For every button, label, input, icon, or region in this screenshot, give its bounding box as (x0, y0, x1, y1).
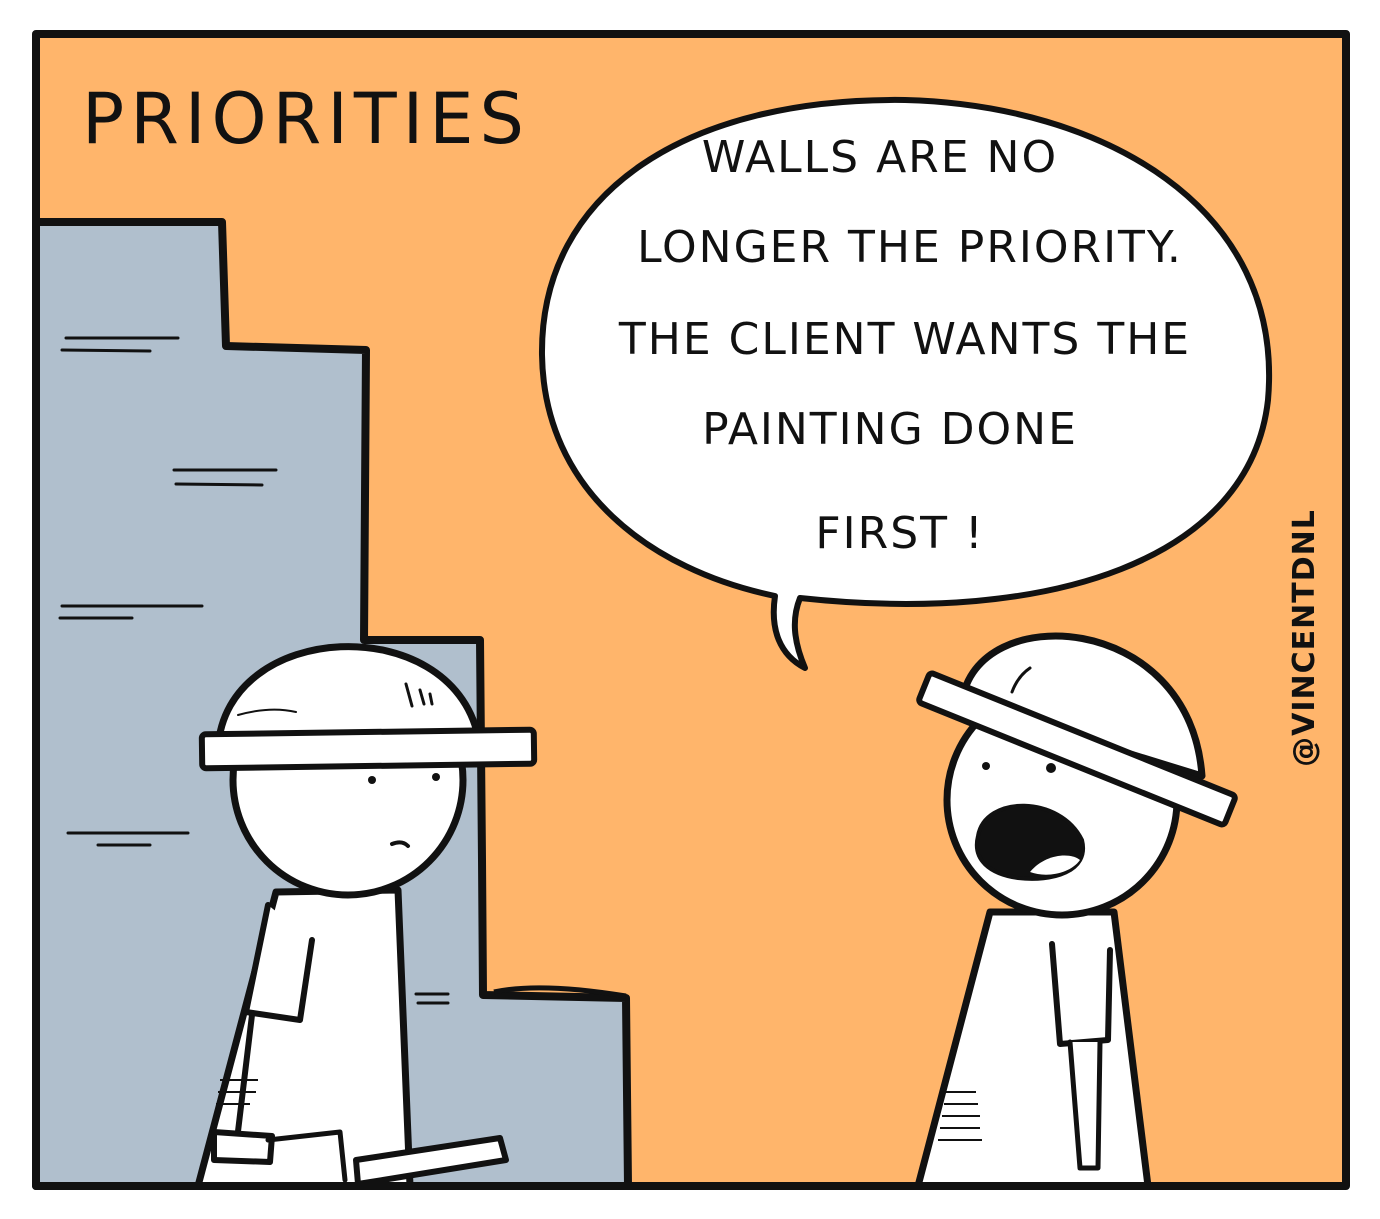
speech-line-4: PAINTING DONE (702, 404, 1078, 455)
comic-title: PRIORITIES (82, 78, 530, 160)
speech-line-5: FIRST ! (815, 508, 984, 559)
left-worker-eye-left (368, 776, 376, 784)
comic-panel: PRIORITIES WALLS ARE NO LONGER THE PRIOR… (32, 30, 1350, 1190)
right-worker-eye-left (982, 762, 990, 770)
left-worker-eye-right (432, 773, 440, 781)
left-worker-helmet-brim (198, 726, 538, 772)
speech-line-3: THE CLIENT WANTS THE (618, 314, 1191, 365)
speech-line-1: WALLS ARE NO (702, 132, 1058, 183)
right-worker-sleeve (1049, 941, 1113, 1047)
right-worker-eye-right (1046, 763, 1056, 773)
speech-line-2: LONGER THE PRIORITY. (637, 222, 1183, 273)
artist-signature: @VINCENTDNL (1287, 509, 1322, 767)
